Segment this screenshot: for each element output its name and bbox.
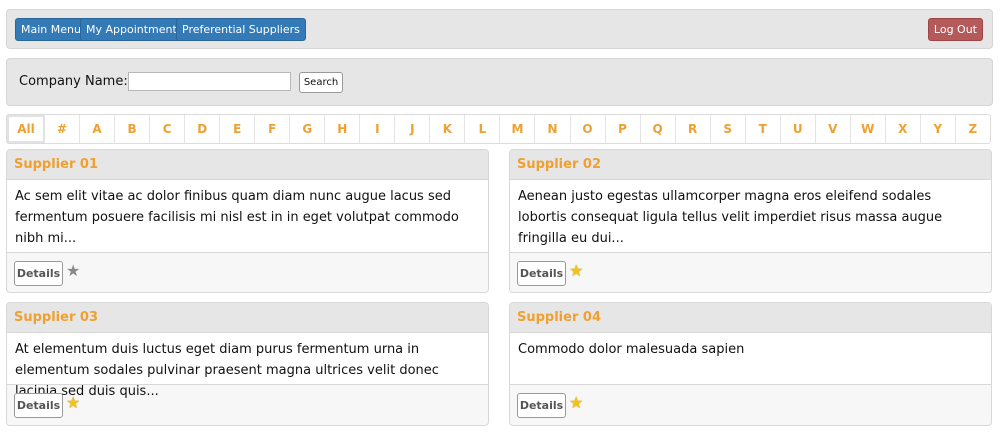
card-footer: Details ★ <box>7 385 488 425</box>
supplier-card: Supplier 04 Commodo dolor malesuada sapi… <box>509 302 992 426</box>
alphabet-filter-item[interactable]: S <box>711 115 746 143</box>
alphabet-filter-item[interactable]: Y <box>921 115 956 143</box>
card-footer: Details ★ <box>7 253 488 292</box>
alphabet-filter-item[interactable]: I <box>360 115 396 143</box>
alphabet-filter-item[interactable]: C <box>150 115 186 143</box>
alphabet-filter-item[interactable]: M <box>500 115 536 143</box>
alphabet-filter-item[interactable]: V <box>816 115 851 143</box>
alphabet-filter-item[interactable]: # <box>45 115 81 143</box>
alphabet-filter-item[interactable]: B <box>115 115 151 143</box>
alphabet-filter-item[interactable]: R <box>676 115 711 143</box>
top-nav-bar: Main Menu My Appointments Preferential S… <box>6 9 993 49</box>
supplier-name[interactable]: Supplier 01 <box>7 150 488 180</box>
alphabet-filter: All # A B C D E F G H I J K L M N O P Q R S T U V W X Y Z <box>6 114 991 144</box>
supplier-name[interactable]: Supplier 03 <box>7 303 488 333</box>
alphabet-filter-item[interactable]: J <box>395 115 431 143</box>
supplier-card: Supplier 01 Ac sem elit vitae ac dolor f… <box>6 149 489 293</box>
card-footer: Details ★ <box>510 253 991 292</box>
details-button[interactable]: Details <box>14 261 63 286</box>
alphabet-filter-item[interactable]: F <box>255 115 291 143</box>
alphabet-filter-item[interactable]: T <box>746 115 781 143</box>
my-appointments-button[interactable]: My Appointments <box>80 18 189 41</box>
alphabet-filter-item[interactable]: Q <box>641 115 676 143</box>
supplier-description: Ac sem elit vitae ac dolor finibus quam … <box>7 180 488 253</box>
alphabet-filter-item[interactable]: W <box>851 115 886 143</box>
alphabet-filter-item[interactable]: P <box>606 115 641 143</box>
main-menu-button[interactable]: Main Menu <box>15 18 87 41</box>
alphabet-filter-item[interactable]: Z <box>956 115 990 143</box>
alphabet-filter-item[interactable]: O <box>571 115 606 143</box>
search-button[interactable]: Search <box>299 72 343 93</box>
star-filled-icon[interactable]: ★ <box>569 394 583 412</box>
details-button[interactable]: Details <box>517 393 566 418</box>
company-name-input[interactable] <box>128 72 291 91</box>
supplier-card: Supplier 03 At elementum duis luctus ege… <box>6 302 489 426</box>
star-empty-icon[interactable]: ★ <box>66 262 80 280</box>
details-button[interactable]: Details <box>14 393 63 418</box>
alphabet-filter-item[interactable]: All <box>7 115 46 143</box>
alphabet-filter-item[interactable]: K <box>430 115 466 143</box>
alphabet-filter-item[interactable]: X <box>886 115 921 143</box>
alphabet-filter-item[interactable]: A <box>80 115 116 143</box>
card-footer: Details ★ <box>510 385 991 425</box>
search-bar: Company Name: Search <box>6 58 993 106</box>
alphabet-filter-item[interactable]: H <box>325 115 361 143</box>
supplier-description: Aenean justo egestas ullamcorper magna e… <box>510 180 991 253</box>
alphabet-filter-item[interactable]: U <box>781 115 816 143</box>
details-button[interactable]: Details <box>517 261 566 286</box>
alphabet-filter-item[interactable]: G <box>290 115 326 143</box>
preferential-suppliers-button[interactable]: Preferential Suppliers <box>176 18 306 41</box>
alphabet-filter-item[interactable]: L <box>465 115 501 143</box>
company-name-label: Company Name: <box>19 74 128 89</box>
supplier-card: Supplier 02 Aenean justo egestas ullamco… <box>509 149 992 293</box>
supplier-name[interactable]: Supplier 02 <box>510 150 991 180</box>
star-filled-icon[interactable]: ★ <box>569 262 583 280</box>
alphabet-filter-item[interactable]: N <box>535 115 571 143</box>
star-filled-icon[interactable]: ★ <box>66 394 80 412</box>
supplier-description: At elementum duis luctus eget diam purus… <box>7 333 488 399</box>
supplier-description: Commodo dolor malesuada sapien <box>510 333 991 385</box>
alphabet-filter-item[interactable]: D <box>185 115 221 143</box>
log-out-button[interactable]: Log Out <box>927 18 983 41</box>
alphabet-filter-item[interactable]: E <box>220 115 256 143</box>
supplier-name[interactable]: Supplier 04 <box>510 303 991 333</box>
